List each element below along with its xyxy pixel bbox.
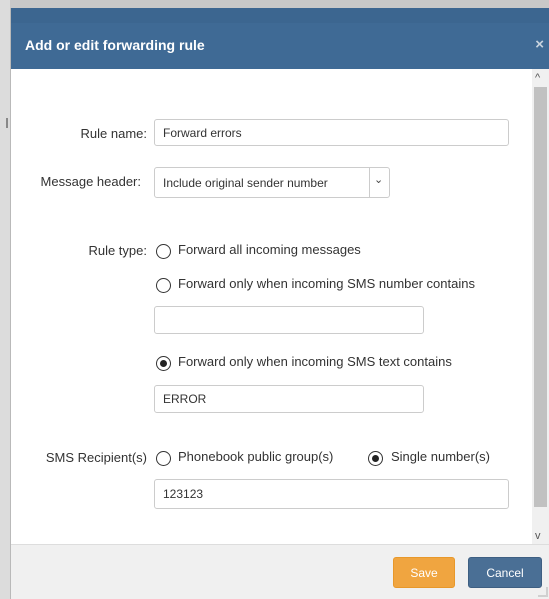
message-header-value: Include original sender number: [163, 176, 328, 190]
radio-forward-all[interactable]: [156, 244, 171, 259]
radio-number-contains-label: Forward only when incoming SMS number co…: [178, 276, 475, 291]
forwarding-rule-dialog: Add or edit forwarding rule × Rule name:…: [10, 8, 549, 599]
dialog-scrollbar[interactable]: ^ v: [532, 69, 549, 544]
scroll-up-icon[interactable]: ^: [535, 72, 540, 84]
background-marker: [6, 118, 8, 128]
rule-name-input[interactable]: [154, 119, 509, 146]
radio-phonebook-group-label: Phonebook public group(s): [178, 449, 334, 464]
dialog-body: Rule name: Message header: Include origi…: [11, 69, 549, 544]
radio-text-contains[interactable]: [156, 356, 171, 371]
radio-number-contains[interactable]: [156, 278, 171, 293]
scroll-down-icon[interactable]: v: [535, 530, 541, 542]
message-header-label: Message header:: [40, 174, 141, 189]
dialog-footer: Save Cancel: [11, 544, 549, 599]
background-page: [0, 0, 549, 8]
dialog-header: Add or edit forwarding rule ×: [11, 8, 549, 69]
background-page-edge: [0, 0, 10, 599]
radio-text-contains-label: Forward only when incoming SMS text cont…: [178, 354, 452, 369]
recipients-label: SMS Recipient(s): [45, 450, 147, 465]
number-contains-input[interactable]: [154, 306, 424, 334]
radio-single-number-label: Single number(s): [391, 449, 490, 464]
select-arrow[interactable]: ⌄: [369, 168, 389, 197]
radio-single-number[interactable]: [368, 451, 383, 466]
cancel-button[interactable]: Cancel: [468, 557, 542, 588]
resize-grip-icon[interactable]: [538, 587, 548, 597]
recipients-input[interactable]: [154, 479, 509, 509]
close-icon[interactable]: ×: [535, 36, 544, 53]
save-button[interactable]: Save: [393, 557, 455, 588]
rule-type-label: Rule type:: [88, 243, 147, 258]
chevron-down-icon: ⌄: [374, 174, 384, 186]
text-contains-input[interactable]: [154, 385, 424, 413]
dialog-title: Add or edit forwarding rule: [25, 37, 205, 53]
scroll-thumb[interactable]: [534, 87, 547, 507]
radio-phonebook-group[interactable]: [156, 451, 171, 466]
radio-forward-all-label: Forward all incoming messages: [178, 242, 361, 257]
rule-name-label: Rule name:: [80, 126, 147, 141]
message-header-select[interactable]: Include original sender number ⌄: [154, 167, 390, 198]
dialog-header-strip: [11, 8, 549, 23]
